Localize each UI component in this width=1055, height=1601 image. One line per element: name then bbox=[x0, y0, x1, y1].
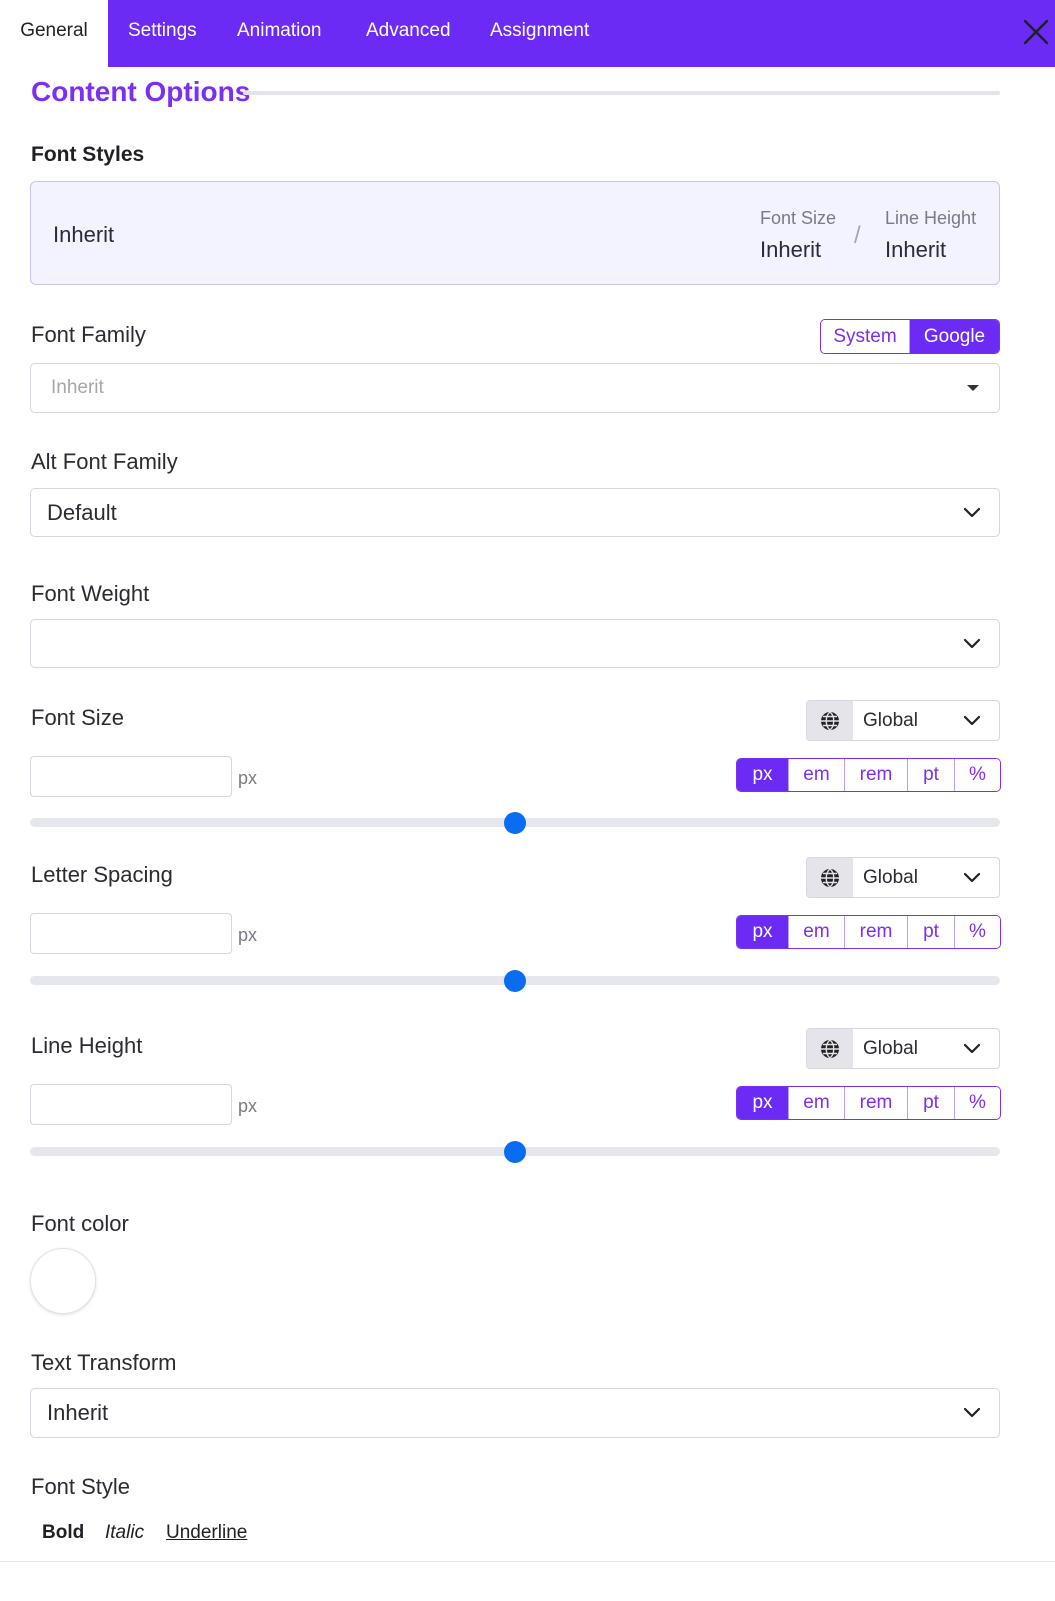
section-title: Content Options bbox=[31, 76, 251, 107]
alt-font-family-select[interactable]: Default bbox=[30, 488, 1000, 537]
unit-rem[interactable]: rem bbox=[844, 916, 907, 948]
tab-settings[interactable]: Settings bbox=[128, 0, 197, 67]
toggle-google[interactable]: Google bbox=[909, 320, 999, 353]
font-source-toggle: System Google bbox=[820, 319, 1000, 354]
chevron-down-icon bbox=[963, 507, 981, 517]
text-transform-label: Text Transform bbox=[31, 1350, 177, 1375]
text-transform-value: Inherit bbox=[47, 1400, 109, 1425]
unit-rem[interactable]: rem bbox=[844, 1087, 907, 1119]
letter-spacing-scope-value: Global bbox=[863, 866, 918, 888]
alt-font-family-value: Default bbox=[47, 499, 117, 525]
font-size-unit-label: px bbox=[238, 768, 258, 788]
globe-icon bbox=[807, 1029, 853, 1068]
unit-px[interactable]: px bbox=[737, 916, 788, 948]
preview-font-size-value: Inherit bbox=[760, 237, 822, 262]
line-height-input[interactable] bbox=[30, 1084, 232, 1125]
letter-spacing-slider[interactable] bbox=[30, 970, 1000, 992]
font-style-italic[interactable]: Italic bbox=[105, 1522, 144, 1544]
line-height-units: px em rem pt % bbox=[736, 1086, 1001, 1120]
letter-spacing-label: Letter Spacing bbox=[31, 862, 173, 887]
tab-general[interactable]: General bbox=[0, 0, 108, 67]
font-size-slider-thumb[interactable] bbox=[504, 812, 526, 834]
unit-px[interactable]: px bbox=[737, 1087, 788, 1119]
unit-em[interactable]: em bbox=[788, 916, 844, 948]
preview-separator: / bbox=[854, 222, 861, 249]
globe-icon bbox=[807, 701, 853, 740]
preview-line-height-value: Inherit bbox=[885, 237, 947, 262]
unit-em[interactable]: em bbox=[788, 759, 844, 791]
chevron-down-icon bbox=[963, 1407, 981, 1418]
line-height-scope-select[interactable]: Global bbox=[806, 1028, 1000, 1069]
letter-spacing-unit-label: px bbox=[238, 925, 258, 945]
tab-animation[interactable]: Animation bbox=[237, 0, 322, 67]
chevron-down-icon bbox=[963, 715, 981, 725]
close-icon bbox=[1023, 19, 1049, 45]
line-height-scope-value: Global bbox=[863, 1037, 918, 1059]
unit-percent[interactable]: % bbox=[954, 1087, 1000, 1119]
unit-pt[interactable]: pt bbox=[907, 759, 954, 791]
font-size-units: px em rem pt % bbox=[736, 758, 1001, 792]
font-size-input[interactable] bbox=[30, 756, 232, 797]
letter-spacing-slider-thumb[interactable] bbox=[504, 970, 526, 992]
preview-font-value: Inherit bbox=[53, 222, 115, 247]
tab-assignment[interactable]: Assignment bbox=[490, 0, 589, 67]
chevron-down-icon bbox=[963, 872, 981, 882]
tab-advanced[interactable]: Advanced bbox=[366, 0, 451, 67]
preview-line-height-label: Line Height bbox=[885, 208, 977, 228]
font-color-label: Font color bbox=[31, 1211, 129, 1236]
section-divider bbox=[243, 91, 1000, 95]
font-color-swatch[interactable] bbox=[30, 1248, 96, 1314]
font-size-label: Font Size bbox=[31, 705, 124, 730]
unit-pt[interactable]: pt bbox=[907, 916, 954, 948]
chevron-down-icon bbox=[963, 1043, 981, 1053]
letter-spacing-scope-select[interactable]: Global bbox=[806, 857, 1000, 898]
font-style-underline[interactable]: Underline bbox=[166, 1522, 247, 1544]
line-height-label: Line Height bbox=[31, 1033, 143, 1058]
tab-bar: General Settings Animation Advanced Assi… bbox=[0, 0, 1055, 67]
font-size-scope-value: Global bbox=[863, 709, 918, 731]
font-weight-label: Font Weight bbox=[31, 581, 150, 606]
font-family-placeholder: Inherit bbox=[51, 377, 104, 398]
font-style-label: Font Style bbox=[31, 1474, 131, 1499]
toggle-system[interactable]: System bbox=[821, 320, 909, 353]
unit-percent[interactable]: % bbox=[954, 916, 1000, 948]
unit-rem[interactable]: rem bbox=[844, 759, 907, 791]
globe-icon bbox=[807, 858, 853, 897]
caret-down-icon bbox=[967, 385, 979, 391]
font-family-select[interactable]: Inherit bbox=[30, 363, 1000, 413]
font-weight-select[interactable] bbox=[30, 619, 1000, 668]
unit-px[interactable]: px bbox=[737, 759, 788, 791]
unit-em[interactable]: em bbox=[788, 1087, 844, 1119]
line-height-unit-label: px bbox=[238, 1096, 258, 1116]
font-family-label: Font Family bbox=[31, 322, 146, 347]
font-styles-heading: Font Styles bbox=[31, 143, 145, 166]
letter-spacing-input[interactable] bbox=[30, 913, 232, 954]
bottom-divider bbox=[0, 1561, 1055, 1562]
letter-spacing-units: px em rem pt % bbox=[736, 915, 1001, 949]
alt-font-family-label: Alt Font Family bbox=[31, 449, 178, 474]
unit-pt[interactable]: pt bbox=[907, 1087, 954, 1119]
text-transform-select[interactable]: Inherit bbox=[30, 1388, 1000, 1438]
font-style-bold[interactable]: Bold bbox=[42, 1522, 84, 1544]
font-size-slider[interactable] bbox=[30, 812, 1000, 834]
chevron-down-icon bbox=[963, 638, 981, 648]
font-styles-preview[interactable]: Inherit Font Size Inherit / Line Height … bbox=[30, 181, 1000, 285]
unit-percent[interactable]: % bbox=[954, 759, 1000, 791]
close-button[interactable] bbox=[1020, 16, 1052, 48]
font-size-scope-select[interactable]: Global bbox=[806, 700, 1000, 741]
preview-font-size-label: Font Size bbox=[760, 208, 837, 228]
line-height-slider[interactable] bbox=[30, 1141, 1000, 1163]
line-height-slider-thumb[interactable] bbox=[504, 1141, 526, 1163]
